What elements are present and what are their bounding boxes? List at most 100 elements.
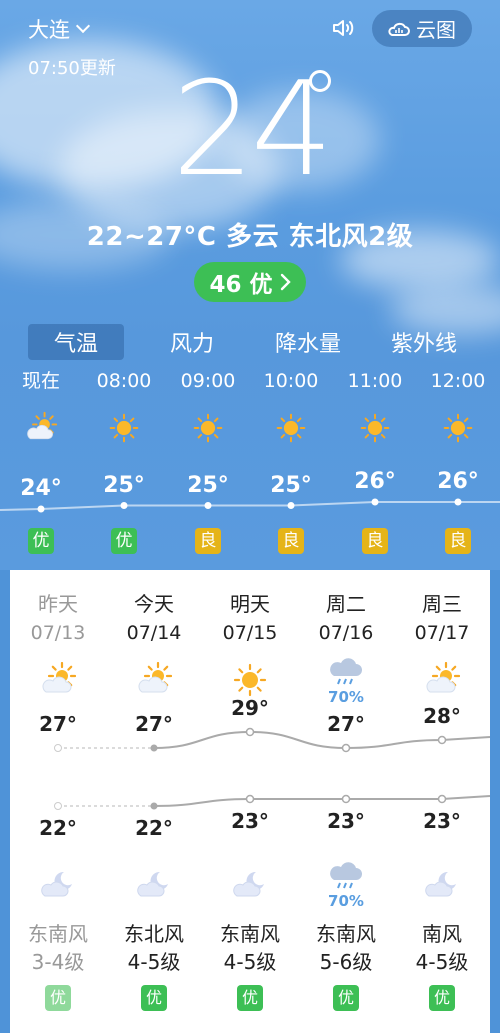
- tab-label: 紫外线: [390, 332, 457, 357]
- hourly-aqi-badge: 良: [362, 528, 388, 554]
- cloud-map-label: 云图: [416, 18, 456, 42]
- high-temp-point: [54, 744, 62, 752]
- low-temp-point: [341, 794, 351, 804]
- hourly-time: 10:00: [263, 370, 319, 392]
- day-date: 07/17: [414, 622, 470, 644]
- sun-icon: [276, 413, 306, 443]
- wind-info: 东北风 4-5级: [106, 920, 202, 976]
- hourly-temp-point: [120, 502, 128, 509]
- wind-direction: 东南风: [316, 922, 376, 946]
- partly-cloudy-icon: [42, 662, 76, 693]
- day-date: 07/15: [222, 622, 278, 644]
- wind-level: 4-5级: [415, 950, 469, 974]
- low-temp-label: 22°: [135, 816, 173, 840]
- hourly-temp-point: [371, 498, 379, 506]
- day-name: 明天: [230, 592, 270, 616]
- day-name: 昨天: [38, 592, 78, 616]
- wind-level: 4-5级: [127, 950, 181, 974]
- high-temp-label: 29°: [231, 696, 269, 720]
- speaker-icon[interactable]: [331, 16, 355, 40]
- hourly-item[interactable]: 现在 24° 优: [1, 368, 81, 554]
- tab-label: 降水量: [274, 332, 341, 357]
- hourly-item[interactable]: 09:00 25° 良: [168, 368, 248, 554]
- degree-symbol: [309, 70, 331, 92]
- hourly-time: 09:00: [180, 370, 236, 392]
- hourly-temperature-line: [0, 501, 500, 511]
- moon-cloud-icon: [137, 871, 168, 897]
- hourly-temperature-curve: [0, 498, 500, 513]
- tab-precipitation[interactable]: 降水量: [260, 324, 356, 360]
- partly-cloudy-icon: [27, 412, 57, 440]
- partly-cloudy-icon: [426, 662, 460, 693]
- daily-aqi-badge: 优: [333, 985, 359, 1011]
- update-time: 07:50更新: [28, 58, 116, 79]
- tab-label: 风力: [169, 332, 214, 357]
- tab-uv[interactable]: 紫外线: [376, 324, 472, 360]
- hourly-temp-point: [204, 502, 212, 509]
- wind-direction: 东北风: [124, 922, 184, 946]
- sun-icon: [109, 413, 139, 443]
- hourly-aqi-badge: 良: [278, 528, 304, 554]
- tab-temperature[interactable]: 气温: [28, 324, 124, 360]
- wind-level: 4-5级: [223, 950, 277, 974]
- day-name: 周三: [422, 592, 462, 616]
- hourly-item[interactable]: 11:00 26° 良: [335, 368, 415, 554]
- night-precip-chance: 70%: [328, 892, 364, 910]
- daily-aqi-badge: 优: [237, 985, 263, 1011]
- daily-aqi-badge: 优: [429, 985, 455, 1011]
- low-temp-point: [245, 794, 255, 804]
- hourly-aqi-badge: 良: [195, 528, 221, 554]
- day-precip-chance: 70%: [328, 688, 364, 706]
- daily-forecast-panel[interactable]: 昨天 07/13 27° 22° 东南风 3-4级优 今天 07/14 27° 22° 东北风 4-5…: [10, 570, 490, 1033]
- tab-wind[interactable]: 风力: [144, 324, 240, 360]
- rain-cloud-icon: [330, 862, 362, 889]
- hourly-temp-point: [287, 502, 295, 509]
- day-date: 07/13: [30, 622, 86, 644]
- day-name: 周二: [326, 592, 366, 616]
- day-date: 07/16: [318, 622, 374, 644]
- city-selector[interactable]: 大连: [28, 14, 91, 44]
- low-temp-label: 22°: [39, 816, 77, 840]
- day-name: 今天: [134, 592, 174, 616]
- hourly-time: 11:00: [347, 370, 403, 392]
- wind-level: 3-4级: [31, 950, 85, 974]
- aqi-label: 46 优: [209, 272, 273, 298]
- wind-direction: 南风: [422, 922, 462, 946]
- low-temp-point: [54, 802, 62, 810]
- sun-icon: [360, 413, 390, 443]
- high-temp-point: [245, 727, 255, 737]
- hourly-aqi-badge: 优: [111, 528, 137, 554]
- high-temp-point: [150, 744, 158, 752]
- hourly-temp-point: [454, 498, 462, 506]
- hourly-forecast[interactable]: 现在 24° 优 08:00 25° 优 09:00 25° 良 10:00 25° 良 11:00 26…: [0, 368, 500, 568]
- low-temp-label: 23°: [231, 809, 269, 833]
- hourly-time: 12:00: [430, 370, 486, 392]
- low-temp-label: 23°: [423, 809, 461, 833]
- hourly-item[interactable]: 08:00 25° 优: [84, 368, 164, 554]
- hourly-temp: 25°: [103, 472, 145, 498]
- weather-summary: 22~27°C 多云 东北风2级: [86, 222, 414, 252]
- wind-level: 5-6级: [319, 950, 373, 974]
- high-temp-point: [437, 735, 447, 745]
- wind-direction: 东南风: [28, 922, 88, 946]
- aqi-button[interactable]: 46 优: [194, 262, 306, 302]
- sun-icon: [443, 413, 473, 443]
- high-temp-point: [341, 743, 351, 753]
- partly-cloudy-icon: [138, 662, 172, 693]
- hourly-item[interactable]: 12:00 26° 良: [418, 368, 498, 554]
- hourly-temp: 25°: [270, 472, 312, 498]
- day-date: 07/14: [126, 622, 182, 644]
- daily-aqi-badge: 优: [45, 985, 71, 1011]
- top-bar: 大连 07:50更新 云图: [0, 0, 500, 79]
- high-temp-label: 27°: [327, 712, 365, 736]
- rain-cloud-icon: [330, 658, 362, 685]
- sun-icon: [233, 663, 267, 697]
- hourly-item[interactable]: 10:00 25° 良: [251, 368, 331, 554]
- moon-cloud-icon: [41, 871, 72, 897]
- wind-info: 东南风 4-5级: [202, 920, 298, 976]
- cloud-map-button[interactable]: 云图: [372, 10, 472, 47]
- wind-direction: 东南风: [220, 922, 280, 946]
- wind-info: 东南风 5-6级: [298, 920, 394, 976]
- chevron-right-icon: [280, 273, 291, 291]
- wind-info: 南风 4-5级: [394, 920, 490, 976]
